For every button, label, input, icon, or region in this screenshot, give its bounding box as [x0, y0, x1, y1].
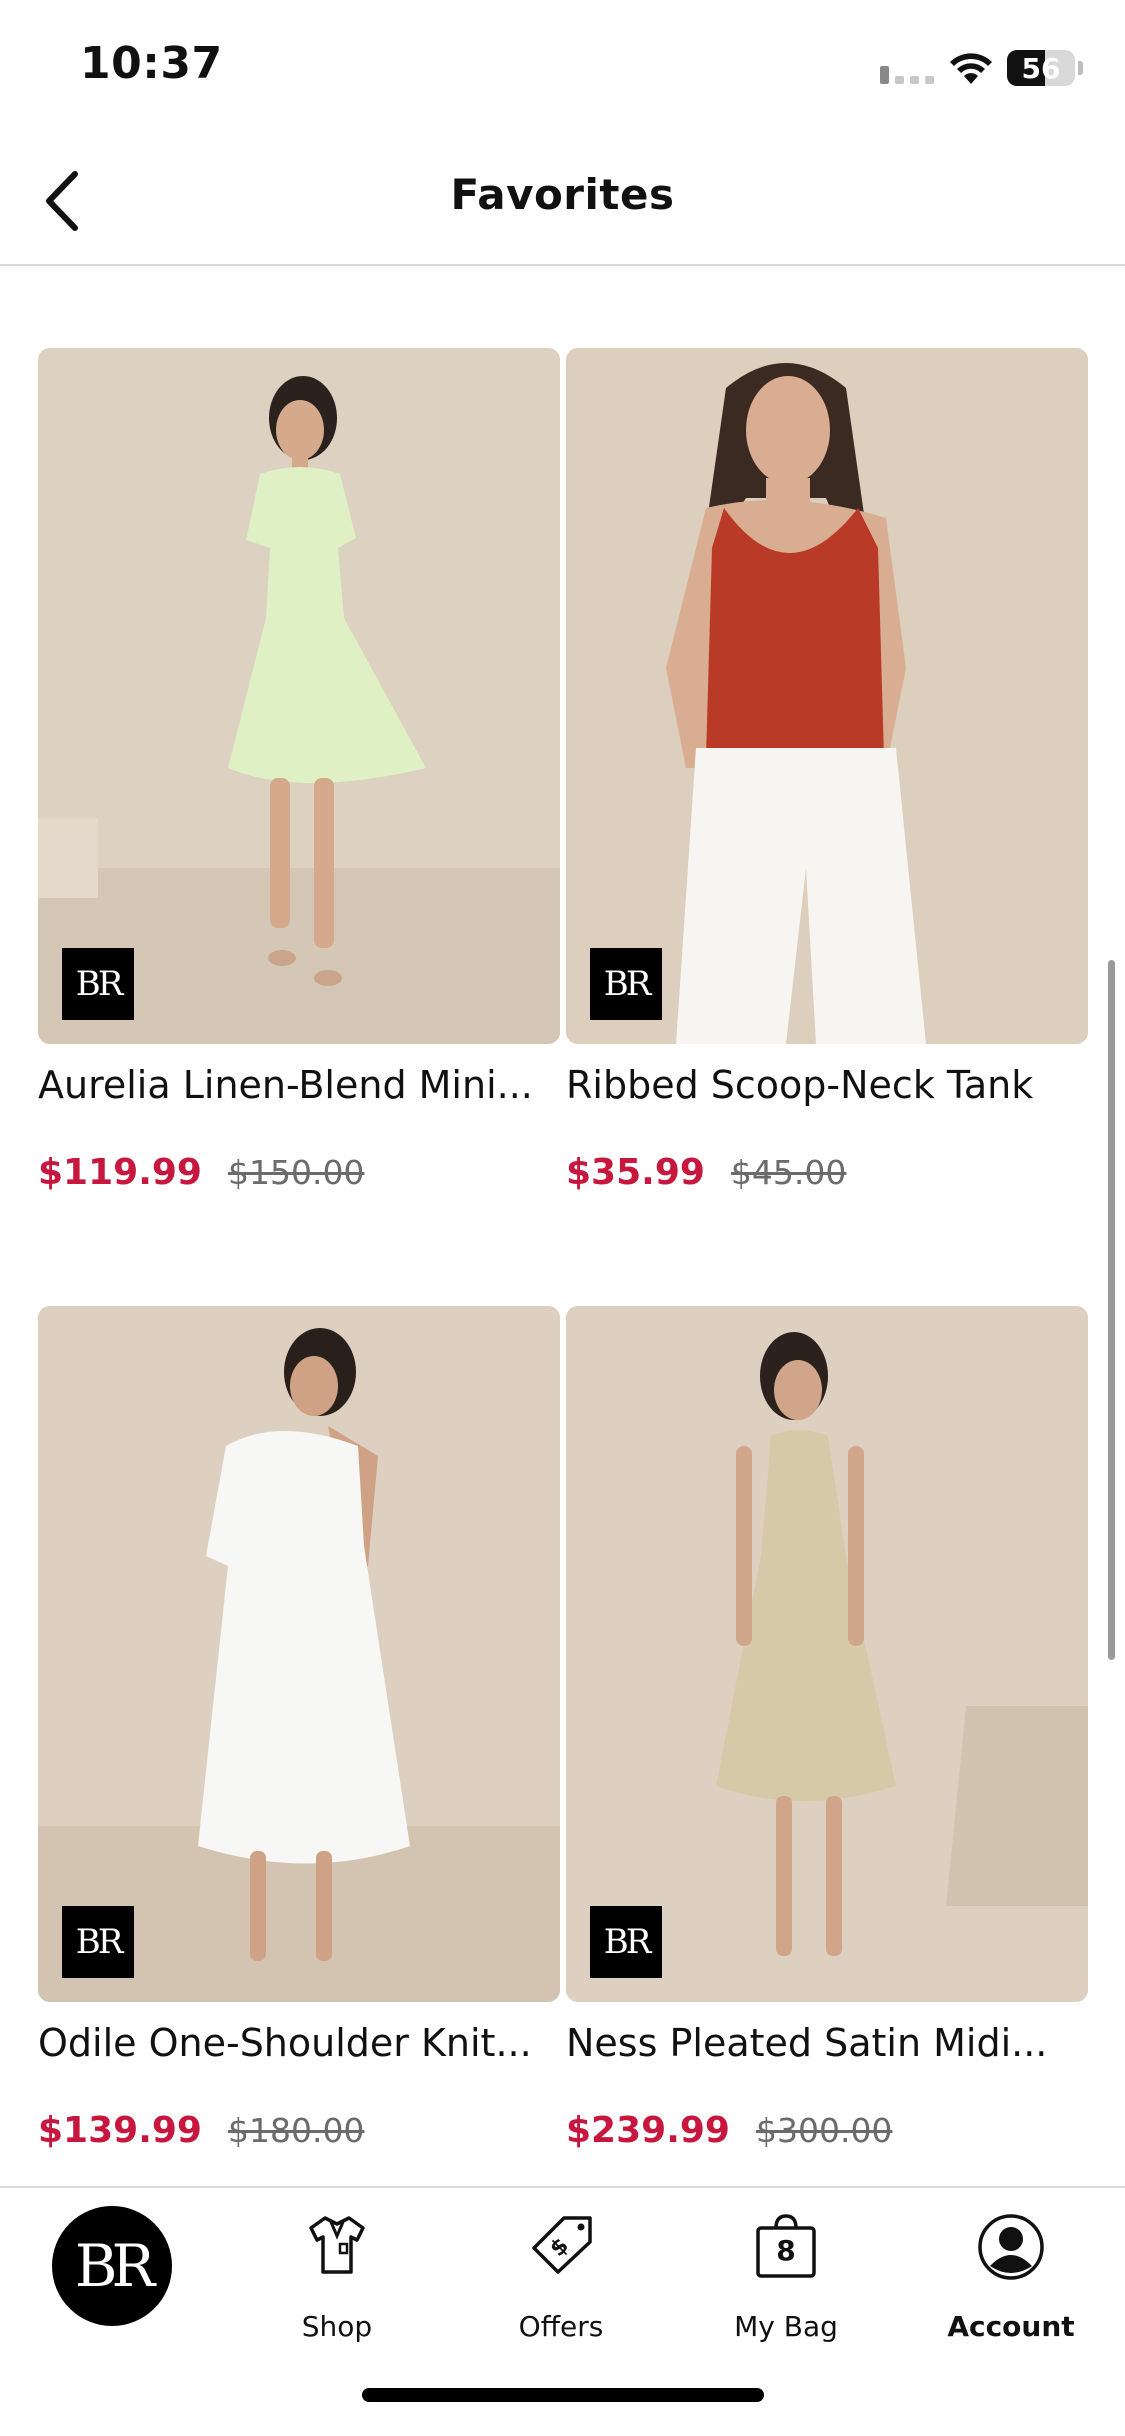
tab-shop[interactable]: Shop	[257, 2214, 417, 2364]
tab-label: Shop	[301, 2310, 373, 2343]
model-photo	[38, 348, 560, 1044]
brand-logo-badge: BR	[62, 1906, 134, 1978]
sale-price: $119.99	[38, 1152, 202, 1193]
favorites-grid: BR Aurelia Linen-Blend Mini... $119.99 $…	[38, 348, 1088, 2264]
product-name[interactable]: Ness Pleated Satin Midi...	[566, 2018, 1088, 2068]
price-tag-icon: $	[532, 2216, 592, 2274]
model-photo	[566, 1306, 1088, 2002]
shirt-icon	[309, 2216, 365, 2274]
status-time: 10:37	[80, 38, 223, 89]
cellular-signal-icon	[880, 66, 934, 84]
tab-account[interactable]: Account	[931, 2214, 1091, 2364]
tab-label: Account	[947, 2310, 1075, 2343]
model-photo	[38, 1306, 560, 2002]
svg-text:$: $	[545, 2233, 574, 2262]
tab-label: My Bag	[734, 2310, 838, 2343]
tab-home[interactable]: BR	[52, 2206, 172, 2326]
product-card[interactable]: BR Ness Pleated Satin Midi... $239.99 $3…	[566, 1306, 1088, 2264]
shopping-bag-icon: 8	[756, 2214, 816, 2278]
tab-offers[interactable]: $ Offers	[481, 2214, 641, 2364]
home-indicator	[362, 2388, 764, 2402]
product-name[interactable]: Aurelia Linen-Blend Mini...	[38, 1060, 560, 1110]
product-name[interactable]: Ribbed Scoop-Neck Tank	[566, 1060, 1088, 1110]
product-image[interactable]: BR	[38, 348, 560, 1044]
sale-price: $239.99	[566, 2110, 730, 2151]
sale-price: $35.99	[566, 1152, 705, 1193]
account-avatar-icon	[978, 2214, 1044, 2280]
original-price: $45.00	[730, 1153, 847, 1192]
wifi-icon	[950, 53, 992, 84]
scroll-indicator[interactable]	[1108, 960, 1115, 1660]
product-card[interactable]: BR Ribbed Scoop-Neck Tank $35.99 $45.00	[566, 348, 1088, 1306]
battery-level: 56	[1021, 52, 1061, 85]
original-price: $180.00	[227, 2111, 365, 2150]
brand-logo-badge: BR	[62, 948, 134, 1020]
product-name[interactable]: Odile One-Shoulder Knit...	[38, 2018, 560, 2068]
price-row: $119.99 $150.00	[38, 1152, 560, 1193]
tab-my-bag[interactable]: 8 My Bag	[706, 2214, 866, 2364]
bag-count-badge: 8	[776, 2234, 796, 2267]
product-image[interactable]: BR	[566, 348, 1088, 1044]
original-price: $300.00	[755, 2111, 893, 2150]
original-price: $150.00	[227, 1153, 365, 1192]
brand-logo-badge: BR	[590, 948, 662, 1020]
tab-label: Offers	[518, 2310, 604, 2343]
model-photo	[566, 348, 1088, 1044]
sale-price: $139.99	[38, 2110, 202, 2151]
product-card[interactable]: BR Aurelia Linen-Blend Mini... $119.99 $…	[38, 348, 560, 1306]
battery-icon: 56	[1007, 50, 1075, 86]
status-bar: 10:37 56	[0, 0, 1125, 140]
product-card[interactable]: BR Odile One-Shoulder Knit... $139.99 $1…	[38, 1306, 560, 2264]
price-row: $239.99 $300.00	[566, 2110, 1088, 2151]
product-image[interactable]: BR	[566, 1306, 1088, 2002]
screen: 10:37 56 Favorites BR Aurelia Linen-Blen…	[0, 0, 1125, 2436]
price-row: $35.99 $45.00	[566, 1152, 1088, 1193]
nav-header: Favorites	[0, 140, 1125, 266]
battery-cap	[1078, 61, 1083, 75]
page-title: Favorites	[450, 170, 675, 219]
price-row: $139.99 $180.00	[38, 2110, 560, 2151]
product-image[interactable]: BR	[38, 1306, 560, 2002]
brand-logo-badge: BR	[590, 1906, 662, 1978]
